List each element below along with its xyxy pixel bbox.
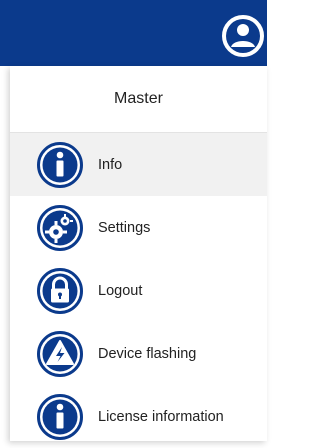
info-icon: [37, 393, 83, 440]
page-background-edge: [0, 66, 10, 441]
flash-warning-icon: [37, 330, 83, 377]
menu-item-label: Settings: [98, 219, 151, 236]
menu-item-label: Info: [98, 156, 123, 173]
user-avatar-button[interactable]: [221, 14, 265, 58]
menu-item-device-flashing[interactable]: Device flashing: [10, 322, 267, 385]
settings-gears-icon: [37, 204, 83, 251]
menu-item-license-information[interactable]: License information: [10, 385, 267, 448]
menu-item-label: Device flashing: [98, 345, 197, 362]
account-name: Master: [10, 66, 267, 133]
menu-item-info[interactable]: Info: [10, 133, 267, 196]
lock-icon: [37, 267, 83, 314]
top-app-bar: [0, 0, 267, 66]
user-avatar-icon: [222, 15, 264, 57]
menu-item-settings[interactable]: Settings: [10, 196, 267, 259]
menu-item-logout[interactable]: Logout: [10, 259, 267, 322]
menu-item-label: License information: [98, 408, 224, 425]
user-dropdown-menu: Master Info Settings Logout Device flash…: [10, 66, 267, 441]
menu-item-label: Logout: [98, 282, 143, 299]
info-icon: [37, 141, 83, 188]
